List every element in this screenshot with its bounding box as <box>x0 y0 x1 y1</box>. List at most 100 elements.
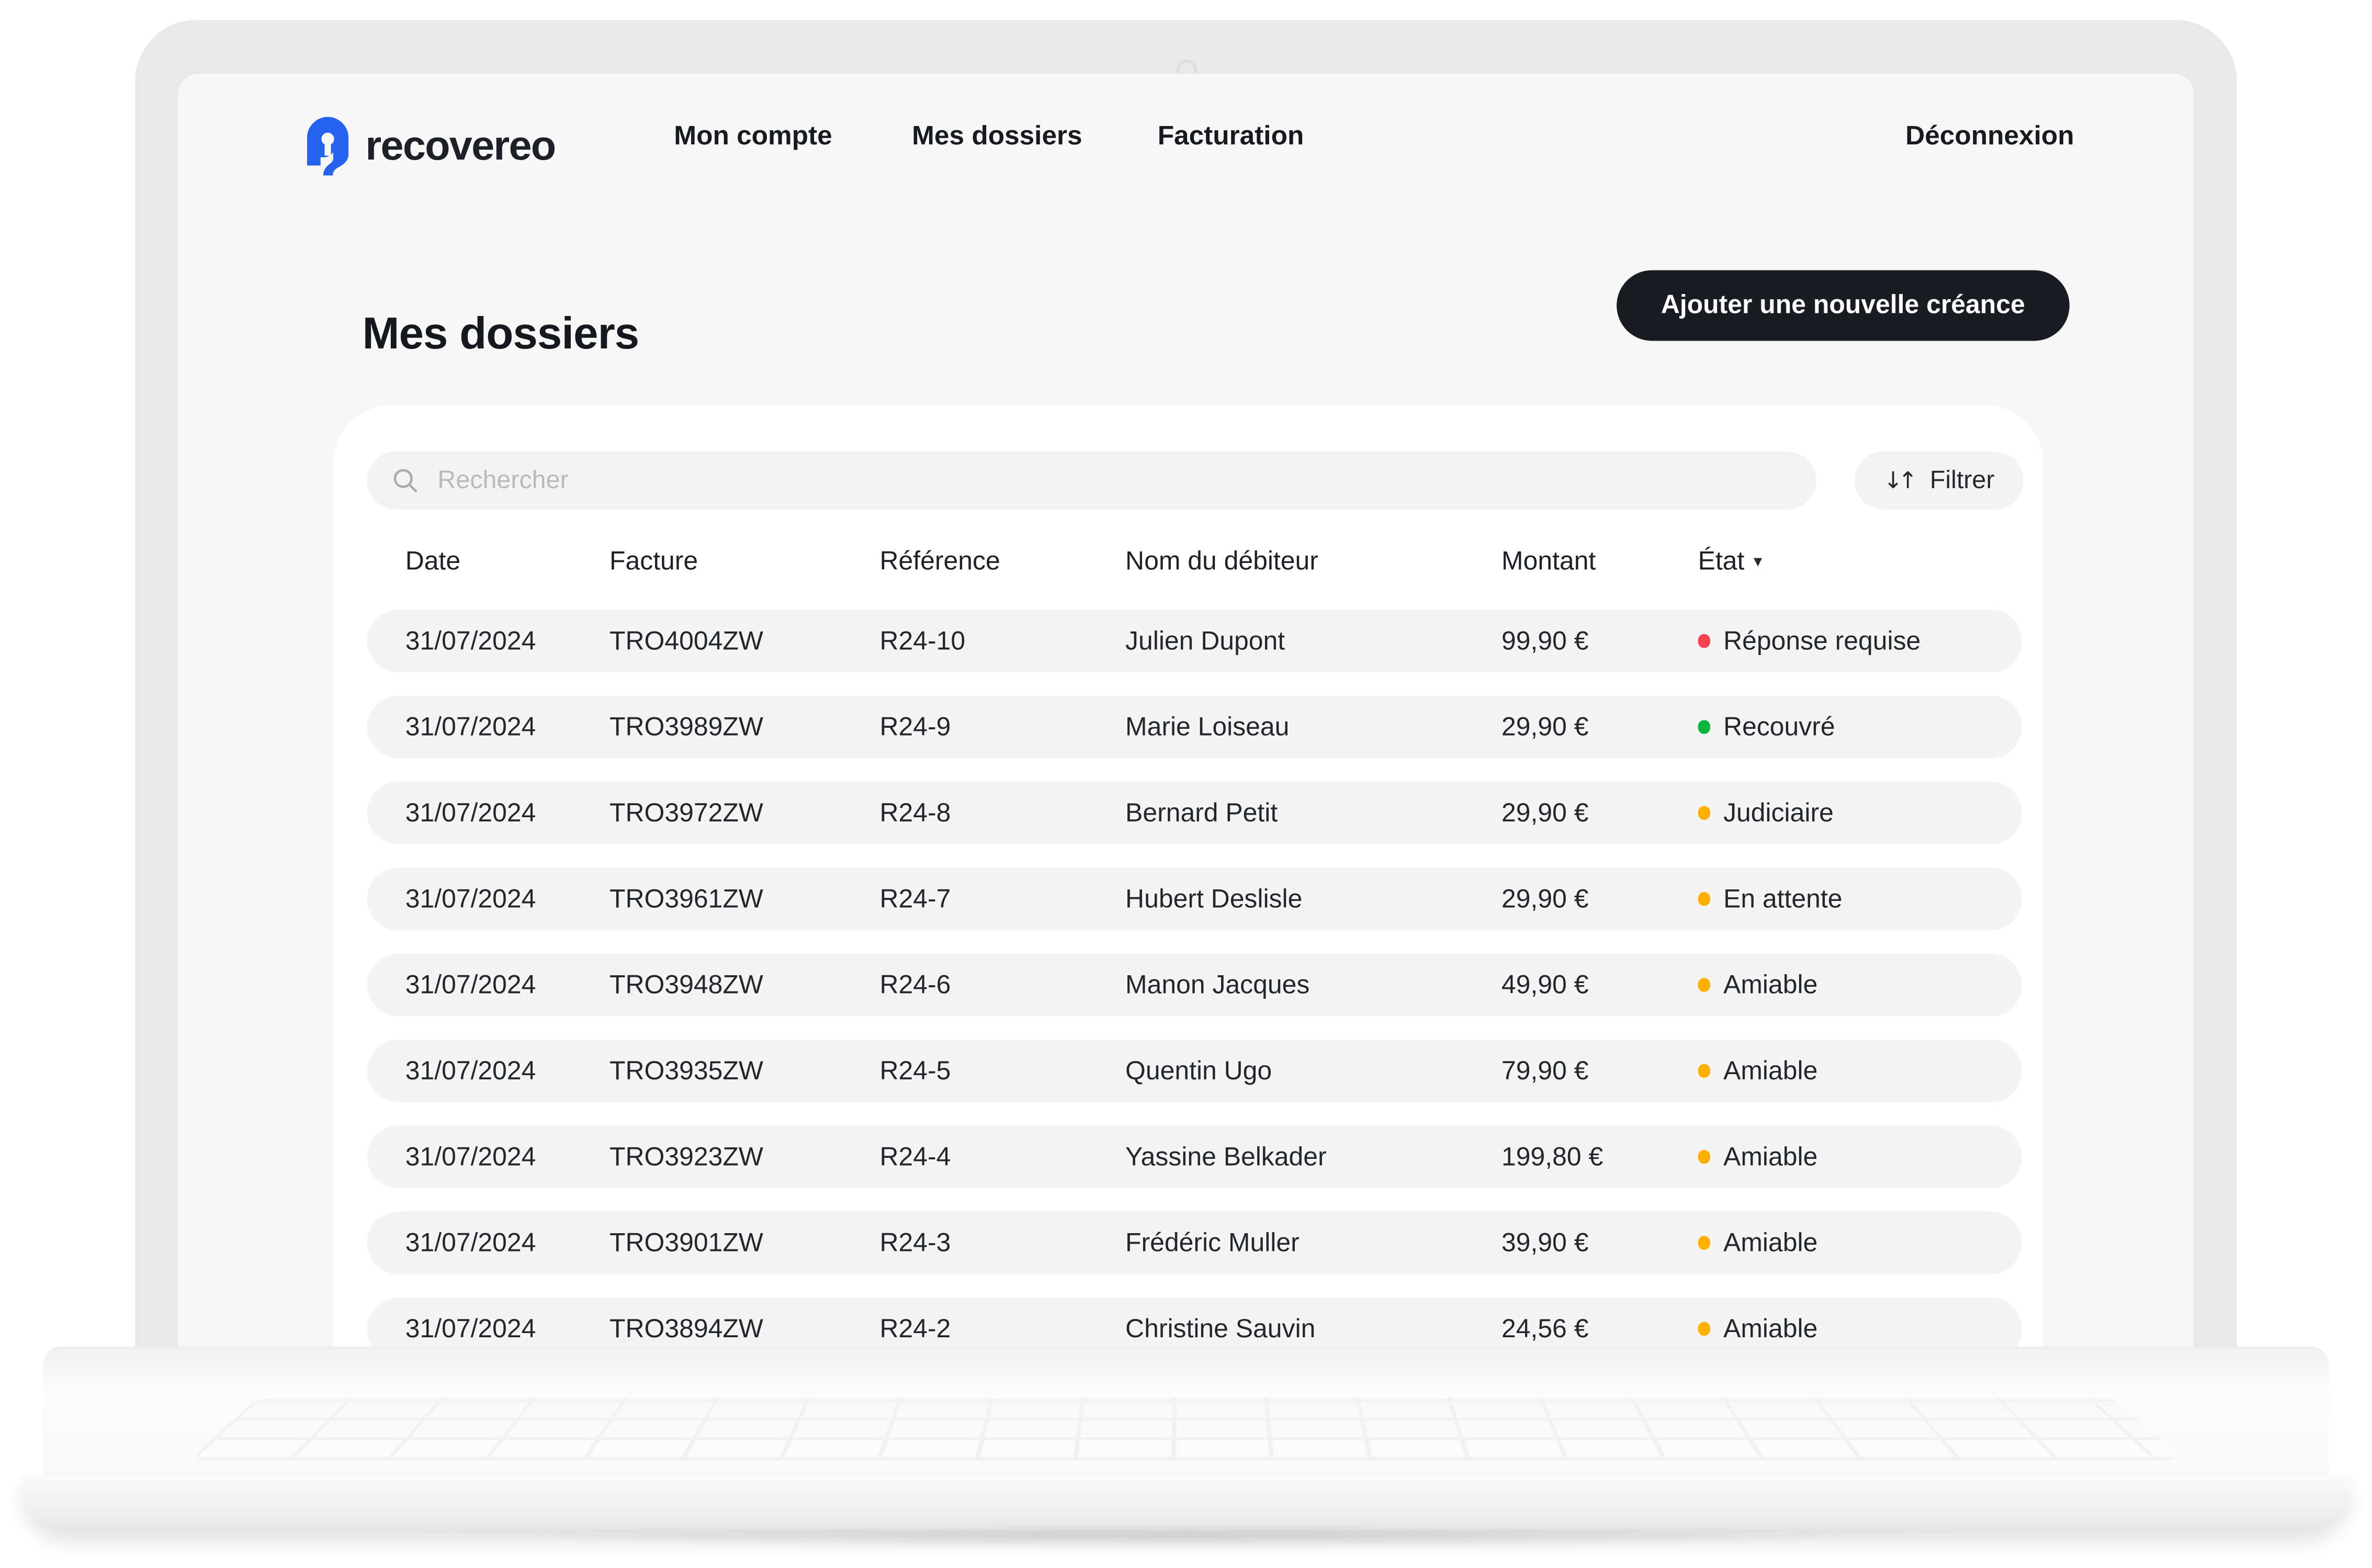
status-dot-icon <box>1698 1236 1710 1250</box>
dossiers-card: ↓↑ Filtrer Date Facture Référence Nom du… <box>333 405 2043 1359</box>
cell-date: 31/07/2024 <box>405 970 536 1000</box>
etat-header-label: État <box>1698 546 1745 576</box>
brand-logo[interactable]: recovereo <box>307 117 556 176</box>
nav-item-deconnexion[interactable]: Déconnexion <box>1905 121 2074 149</box>
cell-reference: R24-8 <box>879 798 951 828</box>
status-dot-icon <box>1698 634 1710 648</box>
cell-amount: 99,90 € <box>1501 626 1589 656</box>
cell-debtor: Hubert Deslisle <box>1125 884 1303 914</box>
filter-label: Filtrer <box>1929 466 1995 494</box>
cell-status: En attente <box>1698 867 1843 930</box>
cell-date: 31/07/2024 <box>405 626 536 656</box>
chevron-down-icon: ▾ <box>1754 551 1763 571</box>
cell-reference: R24-9 <box>879 712 951 742</box>
table-row[interactable]: 31/07/2024 TRO4004ZW R24-10 Julien Dupon… <box>367 610 2022 673</box>
status-label: Recouvré <box>1723 712 1835 741</box>
nav-item-mon-compte[interactable]: Mon compte <box>674 121 832 149</box>
cell-status: Réponse requise <box>1698 610 1921 672</box>
status-dot-icon <box>1698 1064 1710 1078</box>
cell-reference: R24-7 <box>879 884 951 914</box>
cell-reference: R24-6 <box>879 970 951 1000</box>
laptop-mockup: recovereo Mon compte Mes dossiers Factur… <box>0 0 2372 1568</box>
search-bar[interactable] <box>367 451 1816 510</box>
cell-amount: 199,80 € <box>1501 1142 1603 1172</box>
status-dot-icon <box>1698 1150 1710 1164</box>
laptop-shadow <box>84 1530 2288 1559</box>
cell-amount: 39,90 € <box>1501 1228 1589 1258</box>
cell-amount: 29,90 € <box>1501 798 1589 828</box>
cell-invoice: TRO3948ZW <box>609 970 763 1000</box>
filter-button[interactable]: ↓↑ Filtrer <box>1854 451 2024 510</box>
cell-debtor: Christine Sauvin <box>1125 1314 1316 1344</box>
cell-invoice: TRO3894ZW <box>609 1314 763 1344</box>
add-claim-button[interactable]: Ajouter une nouvelle créance <box>1616 270 2070 341</box>
cell-debtor: Julien Dupont <box>1125 626 1285 656</box>
column-header-date: Date <box>405 546 461 576</box>
keyboard-keys <box>188 1397 2184 1460</box>
status-dot-icon <box>1698 806 1710 820</box>
cell-date: 31/07/2024 <box>405 1056 536 1086</box>
cell-status: Amiable <box>1698 953 1817 1016</box>
cell-reference: R24-4 <box>879 1142 951 1172</box>
cell-debtor: Yassine Belkader <box>1125 1142 1327 1172</box>
cell-amount: 24,56 € <box>1501 1314 1589 1344</box>
cell-status: Amiable <box>1698 1298 1818 1359</box>
table-row[interactable]: 31/07/2024 TRO3894ZW R24-2 Christine Sau… <box>367 1297 2022 1359</box>
table-row[interactable]: 31/07/2024 TRO3948ZW R24-6 Manon Jacques… <box>367 953 2022 1017</box>
status-label: Amiable <box>1723 1141 1818 1171</box>
cell-amount: 29,90 € <box>1501 712 1589 742</box>
search-icon <box>393 469 417 492</box>
cell-date: 31/07/2024 <box>405 712 536 742</box>
column-header-facture: Facture <box>609 546 698 576</box>
brand-name: recovereo <box>365 122 556 169</box>
cell-reference: R24-10 <box>879 626 966 656</box>
cell-status: Recouvré <box>1698 695 1835 758</box>
cell-date: 31/07/2024 <box>405 798 536 828</box>
cell-status: Amiable <box>1698 1125 1818 1188</box>
table-row[interactable]: 31/07/2024 TRO3961ZW R24-7 Hubert Deslis… <box>367 867 2022 931</box>
status-dot-icon <box>1698 720 1710 734</box>
cell-debtor: Quentin Ugo <box>1125 1056 1272 1086</box>
cell-debtor: Bernard Petit <box>1125 798 1278 828</box>
cell-status: Judiciaire <box>1698 782 1834 844</box>
table-row[interactable]: 31/07/2024 TRO3972ZW R24-8 Bernard Petit… <box>367 781 2022 845</box>
cell-date: 31/07/2024 <box>405 884 536 914</box>
cell-date: 31/07/2024 <box>405 1142 536 1172</box>
column-header-montant: Montant <box>1501 546 1596 576</box>
table-rows: 31/07/2024 TRO4004ZW R24-10 Julien Dupon… <box>367 610 2022 1359</box>
cell-invoice: TRO3901ZW <box>609 1228 763 1258</box>
status-label: Amiable <box>1723 1313 1818 1343</box>
table-row[interactable]: 31/07/2024 TRO3989ZW R24-9 Marie Loiseau… <box>367 695 2022 759</box>
status-dot-icon <box>1698 892 1710 906</box>
cell-reference: R24-3 <box>879 1228 951 1258</box>
status-label: Amiable <box>1723 1227 1818 1257</box>
cell-status: Amiable <box>1698 1211 1818 1274</box>
cell-invoice: TRO4004ZW <box>609 626 763 656</box>
status-label: Judiciaire <box>1723 797 1834 827</box>
sort-arrows-icon: ↓↑ <box>1883 467 1917 494</box>
app-window: recovereo Mon compte Mes dossiers Factur… <box>178 73 2194 1359</box>
column-header-debiteur: Nom du débiteur <box>1125 546 1318 576</box>
cell-reference: R24-5 <box>879 1056 951 1086</box>
status-dot-icon <box>1698 1322 1710 1336</box>
cell-debtor: Marie Loiseau <box>1125 712 1290 742</box>
cell-date: 31/07/2024 <box>405 1228 536 1258</box>
nav-item-facturation[interactable]: Facturation <box>1158 121 1304 149</box>
table-row[interactable]: 31/07/2024 TRO3901ZW R24-3 Frédéric Mull… <box>367 1211 2022 1274</box>
cell-debtor: Frédéric Muller <box>1125 1228 1300 1258</box>
laptop-front-edge <box>21 1475 2351 1532</box>
cell-debtor: Manon Jacques <box>1125 970 1310 1000</box>
cell-date: 31/07/2024 <box>405 1314 536 1344</box>
cell-invoice: TRO3923ZW <box>609 1142 763 1172</box>
page-title: Mes dossiers <box>362 311 640 360</box>
table-row[interactable]: 31/07/2024 TRO3935ZW R24-5 Quentin Ugo 7… <box>367 1039 2022 1103</box>
nav-item-mes-dossiers[interactable]: Mes dossiers <box>912 121 1082 149</box>
column-header-etat[interactable]: État ▾ <box>1698 547 1763 578</box>
recovereo-logo-icon <box>307 117 349 176</box>
column-header-reference: Référence <box>879 546 1000 576</box>
table-row[interactable]: 31/07/2024 TRO3923ZW R24-4 Yassine Belka… <box>367 1125 2022 1189</box>
cell-invoice: TRO3972ZW <box>609 798 763 828</box>
laptop-screen: recovereo Mon compte Mes dossiers Factur… <box>135 20 2237 1359</box>
cell-invoice: TRO3989ZW <box>609 712 763 742</box>
search-input[interactable] <box>434 464 1795 497</box>
